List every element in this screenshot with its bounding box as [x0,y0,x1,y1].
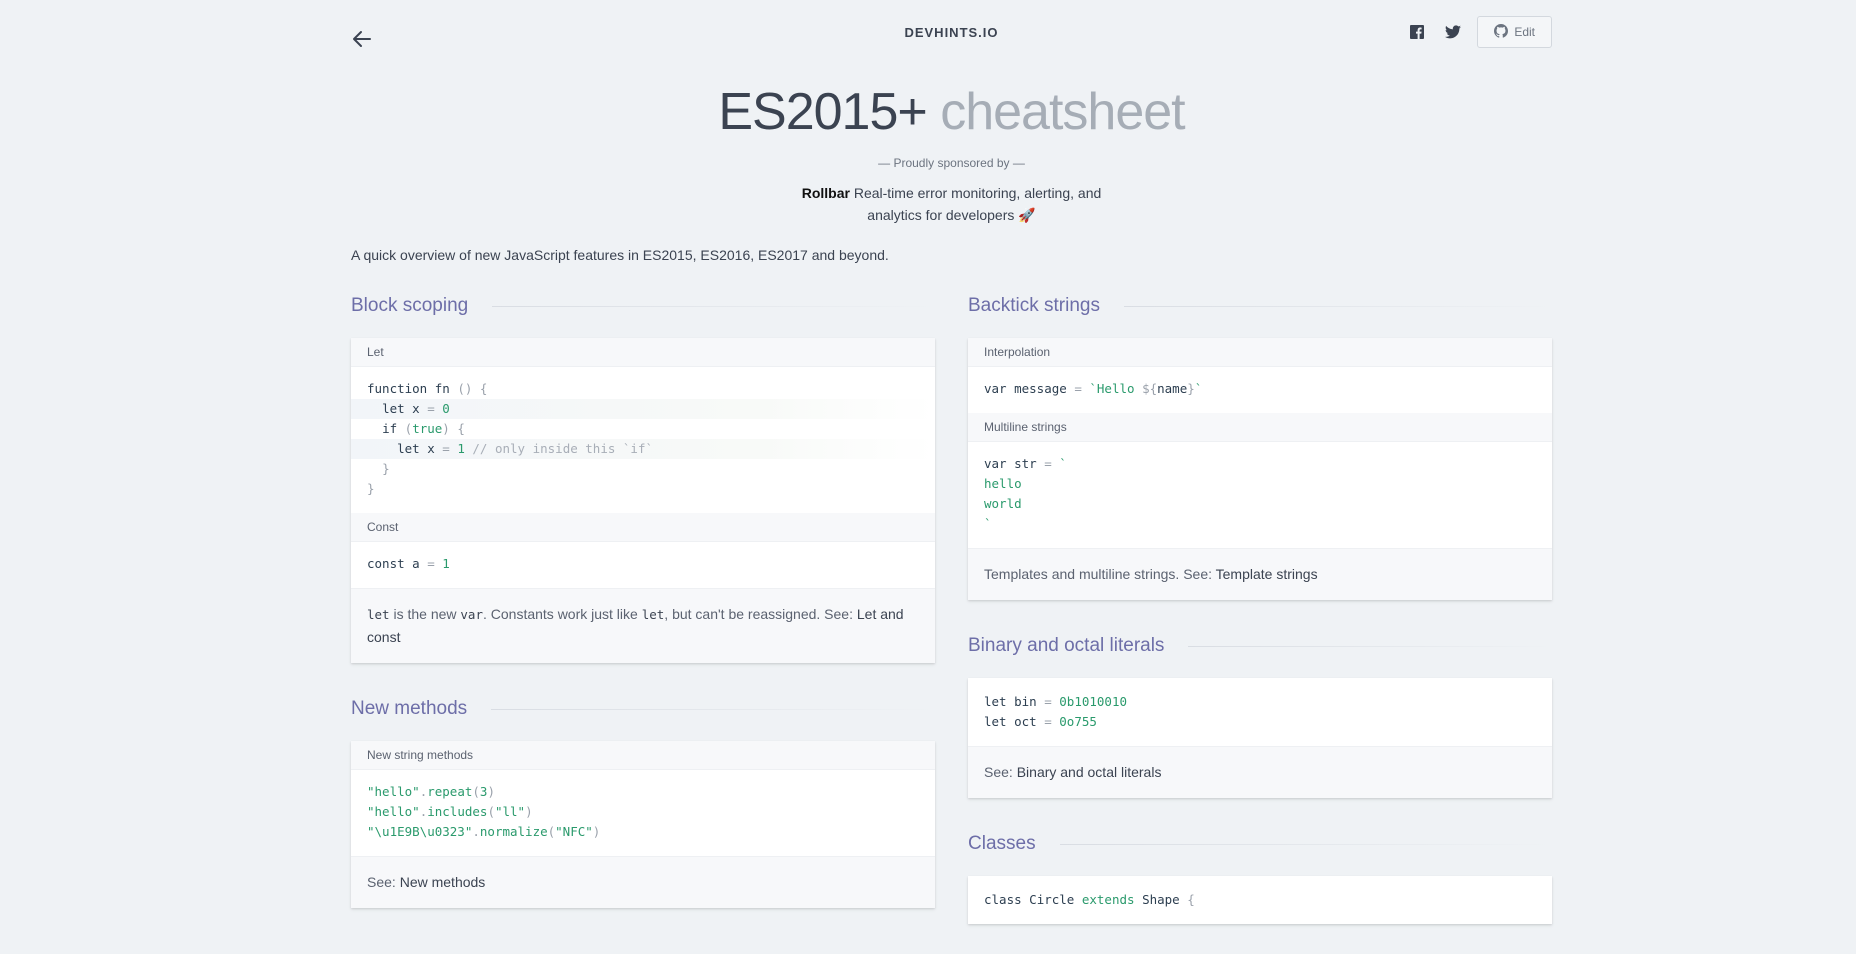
subheading-new-string-methods: New string methods [351,741,935,770]
title-main: ES2015+ [718,83,927,141]
inline-code: var [460,607,483,622]
twitter-icon[interactable] [1441,20,1465,44]
intro-text: A quick overview of new JavaScript featu… [351,247,889,263]
section-header-new-methods: New methods [351,693,935,725]
subheading-const: Const [351,513,935,542]
code-line: function fn () { [367,381,488,396]
code-line: var str = ` [984,456,1067,471]
section-divider [1059,843,1552,845]
title-suffix: cheatsheet [940,83,1185,141]
code-block-binary: let bin = 0b1010010 let oct = 0o755 [968,678,1552,746]
section-header-classes: Classes [968,828,1552,860]
backtick-note: Templates and multiline strings. See: Te… [968,548,1552,600]
code-line: let x = 1 // only inside this `if` [351,439,935,459]
new-methods-note: See: New methods [351,856,935,908]
code-line: } [367,481,375,496]
page-title: ES2015+ cheatsheet [351,80,1552,144]
sponsor-name[interactable]: Rollbar [802,185,850,201]
section-divider [492,305,935,307]
block-scoping-card: Let function fn () { let x = 0 if (true)… [351,338,935,663]
edit-label: Edit [1514,25,1535,39]
sponsor-label: — Proudly sponsored by — [878,156,1025,170]
code-block-classes: class Circle extends Shape { [984,892,1195,907]
section-title-block-scoping[interactable]: Block scoping [351,295,468,317]
sponsor-text-2[interactable]: analytics for developers 🚀 [867,207,1035,223]
section-header-block-scoping: Block scoping [351,290,935,322]
code-block-let: function fn () { let x = 0 if (true) { l… [351,367,935,513]
link-new-methods[interactable]: New methods [400,874,486,890]
page-container: DEVHINTS.IO Edit ES2015+ cheatsheet — Pr… [351,0,1552,940]
subheading-multiline: Multiline strings [968,413,1552,442]
code-line: let oct = 0o755 [984,714,1097,729]
binary-note: See: Binary and octal literals [968,746,1552,798]
new-methods-card: New string methods "hello".repeat(3) "hel… [351,741,935,908]
code-line: let x = 0 [351,399,935,419]
subheading-interpolation: Interpolation [968,338,1552,367]
link-template-strings[interactable]: Template strings [1216,566,1318,582]
section-divider [491,708,935,710]
section-title-classes[interactable]: Classes [968,833,1036,855]
binary-card: let bin = 0b1010010 let oct = 0o755 See: … [968,678,1552,798]
right-column: Backtick strings Interpolation var messa… [968,290,1552,954]
classes-card: class Circle extends Shape { [968,876,1552,924]
inline-code: let [641,607,665,622]
edit-button[interactable]: Edit [1477,16,1552,48]
code-line: ` [984,516,992,531]
facebook-icon[interactable] [1405,20,1429,44]
site-brand[interactable]: DEVHINTS.IO [351,25,1552,40]
code-block-multiline: var str = ` hello world ` [968,442,1552,548]
block-scoping-note: let is the new var. Constants work just … [351,588,935,663]
code-line: hello [984,476,1022,491]
section-header-binary: Binary and octal literals [968,630,1552,662]
code-line: if (true) { [382,421,465,436]
left-column: Block scoping Let function fn () { let x… [351,290,935,938]
section-divider [1123,305,1552,307]
code-line: world [984,496,1022,511]
social-links: Edit [1405,16,1552,48]
section-title-backtick[interactable]: Backtick strings [968,295,1100,317]
section-divider [1188,645,1552,647]
code-block-interpolation: var message = `Hello ${name}` [984,381,1203,396]
code-block-const: const a = 1 [367,556,450,571]
code-line: "hello".includes("ll") [367,804,533,819]
code-line: "\u1E9B\u0323".normalize("NFC") [367,824,601,839]
backtick-card: Interpolation var message = `Hello ${nam… [968,338,1552,600]
subheading-let: Let [351,338,935,367]
code-line: let bin = 0b1010010 [984,694,1128,709]
section-title-new-methods[interactable]: New methods [351,698,467,720]
link-binary-octal[interactable]: Binary and octal literals [1017,764,1162,780]
code-line: "hello".repeat(3) [367,784,495,799]
code-block-new-methods: "hello".repeat(3) "hello".includes("ll") "… [351,770,935,856]
section-title-binary[interactable]: Binary and octal literals [968,635,1164,657]
code-line: } [382,461,390,476]
inline-code: let [367,607,390,622]
github-icon [1494,23,1509,41]
sponsor-text[interactable]: Real-time error monitoring, alerting, an… [854,185,1101,201]
sponsor-block[interactable]: Rollbar Real-time error monitoring, aler… [351,182,1552,226]
section-header-backtick: Backtick strings [968,290,1552,322]
